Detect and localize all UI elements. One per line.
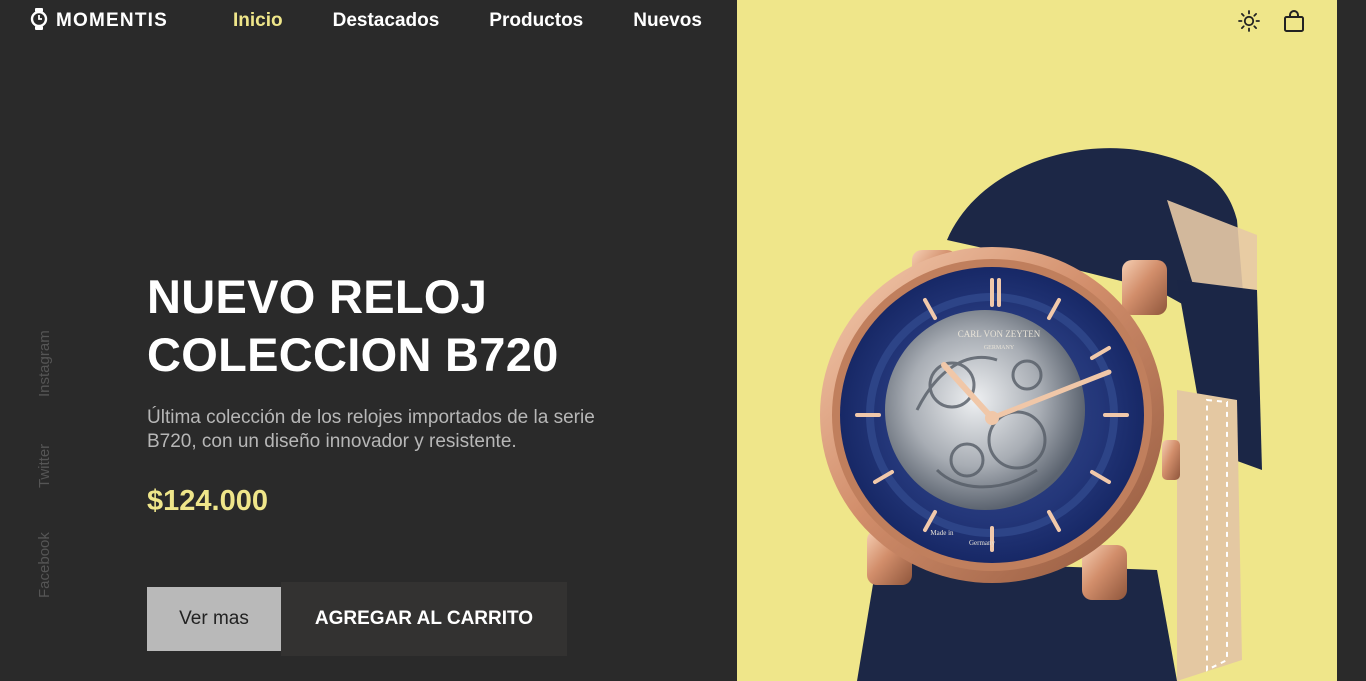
- shopping-bag-icon[interactable]: [1283, 9, 1305, 33]
- page: MOMENTIS Inicio Destacados Productos Nue…: [0, 0, 1366, 681]
- hero-title: NUEVO RELOJ COLECCION B720: [147, 268, 707, 384]
- hero-title-line-1: NUEVO RELOJ: [147, 270, 488, 323]
- brand-logo[interactable]: MOMENTIS: [30, 7, 168, 35]
- nav-item-inicio[interactable]: Inicio: [233, 10, 283, 32]
- product-watch-image: CARL VON ZEYTEN GERMANY Made in Germany: [737, 140, 1337, 681]
- main-nav: Inicio Destacados Productos Nuevos: [233, 8, 752, 34]
- add-to-cart-button[interactable]: AGREGAR AL CARRITO: [281, 582, 567, 656]
- brand-name: MOMENTIS: [56, 10, 168, 31]
- watch-brand-text: CARL VON ZEYTEN: [958, 329, 1041, 339]
- header-actions: [1237, 8, 1305, 34]
- nav-item-destacados[interactable]: Destacados: [333, 10, 440, 32]
- social-link-facebook[interactable]: Facebook: [36, 532, 53, 598]
- watch-made-country-text: Germany: [969, 539, 996, 547]
- nav-item-productos[interactable]: Productos: [489, 10, 583, 32]
- social-link-twitter[interactable]: Twitter: [36, 444, 53, 488]
- watch-icon: [30, 7, 48, 35]
- nav-item-nuevos[interactable]: Nuevos: [633, 10, 702, 32]
- watch-made-text: Made in: [930, 529, 954, 537]
- watch-country-text: GERMANY: [984, 345, 1015, 351]
- social-link-instagram[interactable]: Instagram: [36, 330, 53, 397]
- see-more-button[interactable]: Ver mas: [147, 587, 281, 651]
- right-edge-strip: [1337, 0, 1366, 681]
- hero-title-line-2: COLECCION B720: [147, 328, 559, 381]
- hero-description: Última colección de los relojes importad…: [147, 407, 595, 452]
- hero-price: $124.000: [147, 485, 268, 517]
- sun-icon[interactable]: [1237, 9, 1261, 33]
- social-links: Instagram Twitter Facebook: [30, 320, 60, 610]
